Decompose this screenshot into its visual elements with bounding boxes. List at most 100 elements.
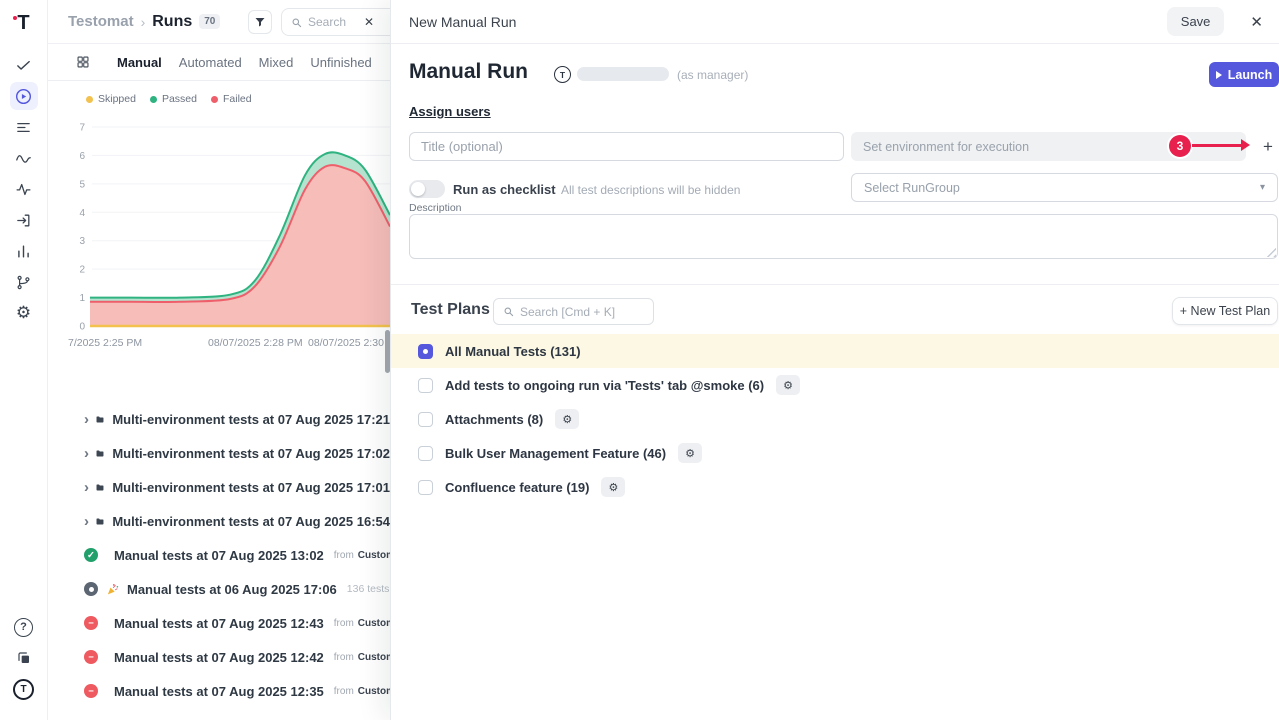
breadcrumb-section[interactable]: Runs [152, 13, 192, 31]
svg-text:7: 7 [79, 123, 85, 134]
tab-automated[interactable]: Automated [179, 55, 242, 70]
launch-button[interactable]: Launch [1209, 62, 1279, 87]
test-plans-search-input[interactable] [520, 305, 638, 319]
run-row[interactable]: −Manual tests at 07 Aug 2025 12:42fromCu… [48, 640, 390, 674]
runs-search-input[interactable] [308, 15, 368, 29]
run-row[interactable]: −Manual tests at 07 Aug 2025 12:43fromCu… [48, 606, 390, 640]
save-button[interactable]: Save [1167, 7, 1225, 36]
checklist-hint: All test descriptions will be hidden [561, 183, 740, 197]
run-group-row[interactable]: › Multi-environment tests at 07 Aug 2025 … [48, 470, 390, 504]
new-test-plan-button[interactable]: + New Test Plan [1172, 297, 1278, 325]
list-icon[interactable] [10, 113, 38, 141]
plan-checkbox[interactable] [418, 378, 433, 393]
breadcrumb-app[interactable]: Testomat [68, 13, 134, 30]
report-chart-icon[interactable] [10, 237, 38, 265]
runs-list: › Multi-environment tests at 07 Aug 2025 … [48, 402, 390, 708]
run-row[interactable]: ✓Manual tests at 07 Aug 2025 13:02fromCu… [48, 538, 390, 572]
profile-logo-icon[interactable]: T [10, 675, 38, 703]
plan-settings-button[interactable]: ⚙ [776, 375, 800, 395]
toggle-knob [411, 182, 425, 196]
run-group-row[interactable]: › Multi-environment tests at 07 Aug 2025 … [48, 504, 390, 538]
plan-checkbox[interactable] [418, 446, 433, 461]
app-root: T ⚙ ? T T [0, 0, 1279, 720]
plan-checkbox[interactable] [418, 344, 433, 359]
assign-users-link[interactable]: Assign users [409, 104, 491, 119]
chevron-right-icon[interactable]: › [84, 412, 89, 427]
chevron-right-icon[interactable]: › [84, 514, 89, 529]
rungroup-select[interactable]: Select RunGroup ▾ [851, 173, 1278, 202]
plan-label[interactable]: Attachments (8) [445, 412, 543, 427]
test-plans-list: All Manual Tests (131) Add tests to ongoi… [391, 334, 1279, 504]
add-environment-button[interactable]: + [1255, 132, 1279, 161]
panel-scrollbar-thumb[interactable] [385, 330, 390, 373]
plan-label[interactable]: All Manual Tests (131) [445, 344, 581, 359]
test-plan-row[interactable]: Add tests to ongoing run via 'Tests' tab… [391, 368, 1279, 402]
runs-play-icon[interactable] [10, 82, 38, 110]
status-finished-icon [84, 582, 98, 596]
analytics-wave-icon[interactable] [10, 144, 38, 172]
legend-dot [86, 96, 93, 103]
view-grid-icon[interactable] [76, 55, 90, 69]
tab-unfinished[interactable]: Unfinished [310, 55, 371, 70]
run-row[interactable]: −Manual tests at 07 Aug 2025 12:35fromCu… [48, 674, 390, 708]
copy-icon[interactable] [10, 644, 38, 672]
x-tick-label: 08/07/2025 2:28 PM [208, 337, 303, 349]
annotation-step-badge: 3 [1169, 135, 1191, 157]
plan-checkbox[interactable] [418, 412, 433, 427]
branch-icon[interactable] [10, 268, 38, 296]
plan-label[interactable]: Add tests to ongoing run via 'Tests' tab… [445, 378, 764, 393]
plan-label[interactable]: Confluence feature (19) [445, 480, 589, 495]
plan-label[interactable]: Bulk User Management Feature (46) [445, 446, 666, 461]
legend-item-passed[interactable]: Passed [150, 93, 197, 105]
run-label[interactable]: Manual tests at 07 Aug 2025 13:02 [114, 548, 324, 563]
funnel-icon [254, 16, 266, 28]
chevron-down-icon: ▾ [1260, 182, 1265, 193]
run-label[interactable]: Multi-environment tests at 07 Aug 2025 1… [112, 446, 390, 461]
test-plan-row[interactable]: Confluence feature (19) ⚙ [391, 470, 1279, 504]
run-label[interactable]: Multi-environment tests at 07 Aug 2025 1… [112, 480, 390, 495]
legend-item-skipped[interactable]: Skipped [86, 93, 136, 105]
run-title-input[interactable] [409, 132, 844, 161]
annotation-arrow [1192, 144, 1242, 147]
test-plan-row[interactable]: All Manual Tests (131) [391, 334, 1279, 368]
modal-title: New Manual Run [409, 14, 516, 30]
plan-settings-button[interactable]: ⚙ [678, 443, 702, 463]
run-label[interactable]: Multi-environment tests at 07 Aug 2025 1… [112, 514, 390, 529]
help-icon[interactable]: ? [10, 613, 38, 641]
chevron-right-icon[interactable]: › [84, 480, 89, 495]
tab-mixed[interactable]: Mixed [259, 55, 294, 70]
pulse-icon[interactable] [10, 175, 38, 203]
run-label[interactable]: Manual tests at 07 Aug 2025 12:35 [114, 684, 324, 699]
run-group-row[interactable]: › Multi-environment tests at 07 Aug 2025 … [48, 402, 390, 436]
clear-search-icon[interactable]: ✕ [364, 15, 374, 29]
run-group-row[interactable]: › Multi-environment tests at 07 Aug 2025 … [48, 436, 390, 470]
close-icon[interactable]: ✕ [1250, 13, 1263, 31]
legend-item-failed[interactable]: Failed [211, 93, 252, 105]
import-icon[interactable] [10, 206, 38, 234]
run-row[interactable]: Manual tests at 06 Aug 2025 17:06 136 tes… [48, 572, 390, 606]
filter-button[interactable] [248, 10, 272, 34]
status-failed-icon: − [84, 650, 98, 664]
tab-manual[interactable]: Manual [117, 55, 162, 70]
run-label[interactable]: Manual tests at 06 Aug 2025 17:06 [127, 582, 337, 597]
svg-text:1: 1 [79, 293, 85, 304]
run-meta-from: from [334, 618, 354, 629]
run-label[interactable]: Manual tests at 07 Aug 2025 12:43 [114, 616, 324, 631]
description-textarea[interactable] [409, 214, 1278, 259]
run-as-checklist-toggle[interactable] [409, 180, 445, 198]
svg-text:3: 3 [79, 236, 85, 247]
run-label[interactable]: Manual tests at 07 Aug 2025 12:42 [114, 650, 324, 665]
breadcrumb-separator: › [141, 14, 146, 30]
app-logo[interactable]: T [17, 12, 29, 35]
test-plan-row[interactable]: Bulk User Management Feature (46) ⚙ [391, 436, 1279, 470]
run-meta: 136 tests [347, 583, 390, 595]
run-label[interactable]: Multi-environment tests at 07 Aug 2025 1… [112, 412, 390, 427]
plan-checkbox[interactable] [418, 480, 433, 495]
tasks-check-icon[interactable] [10, 51, 38, 79]
chevron-right-icon[interactable]: › [84, 446, 89, 461]
plan-settings-button[interactable]: ⚙ [601, 477, 625, 497]
plan-settings-button[interactable]: ⚙ [555, 409, 579, 429]
test-plan-row[interactable]: Attachments (8) ⚙ [391, 402, 1279, 436]
settings-gear-icon[interactable]: ⚙ [10, 299, 38, 327]
svg-text:2: 2 [79, 265, 85, 276]
